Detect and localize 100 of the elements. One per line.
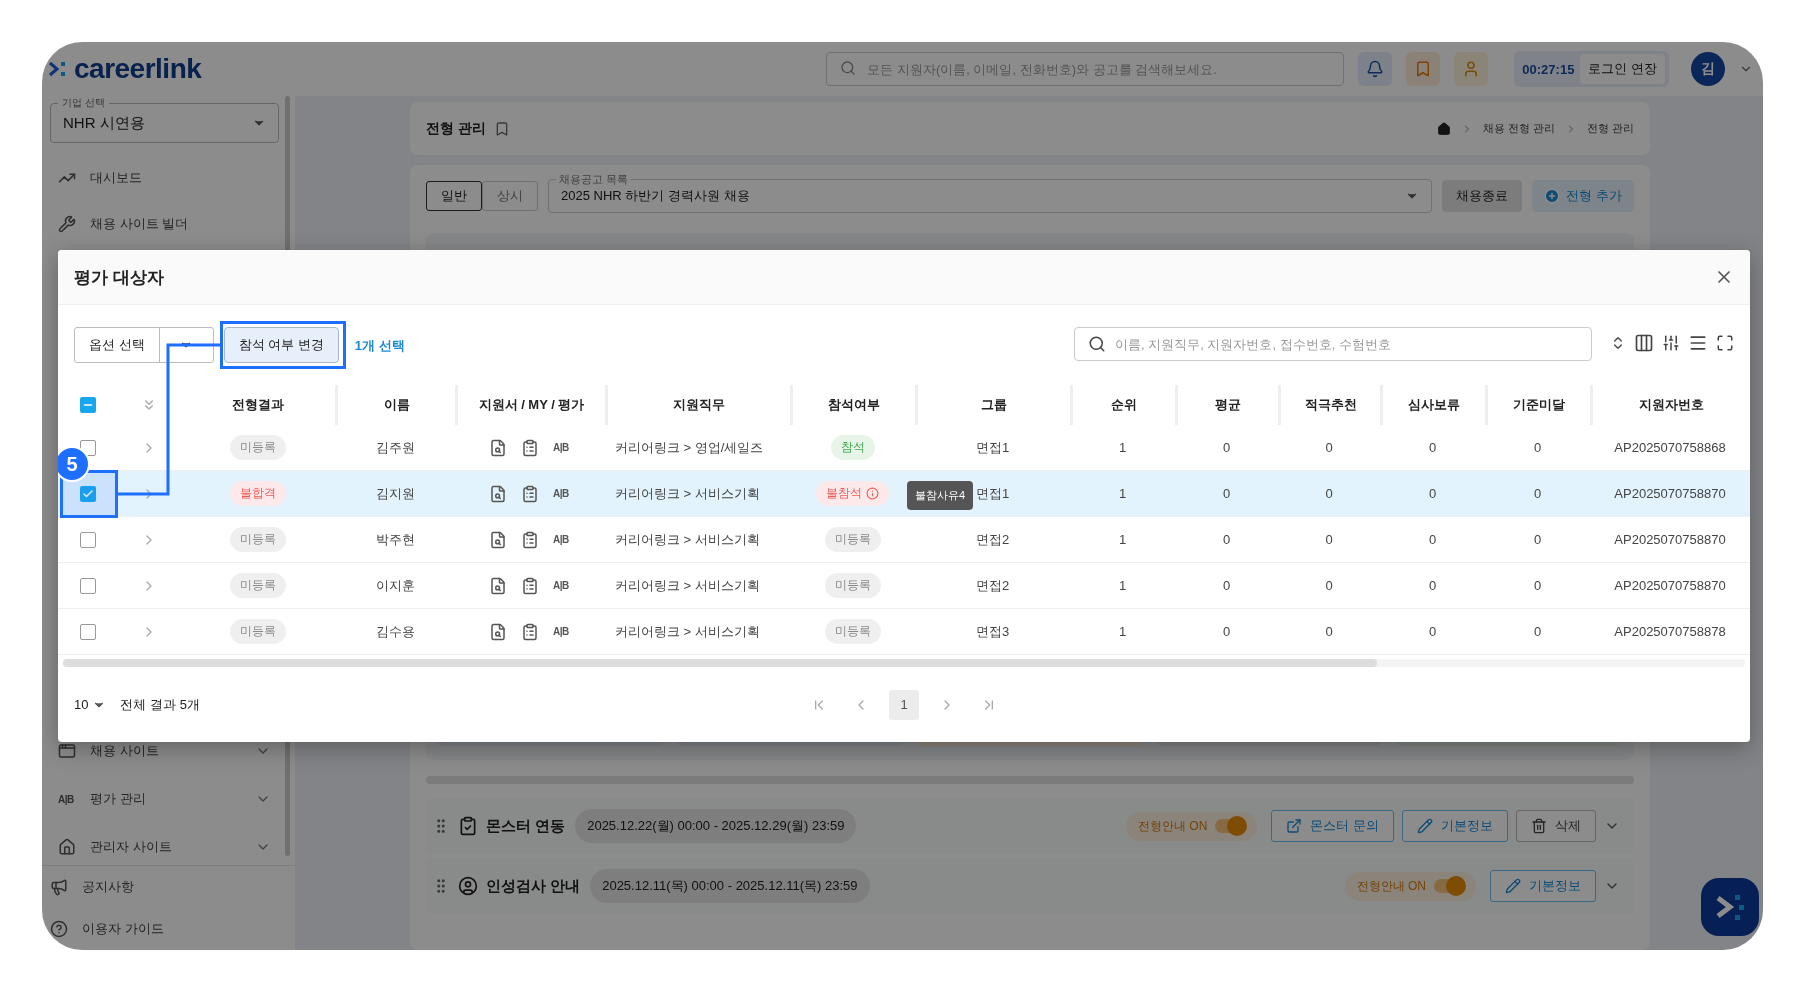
table-cell-text: 0 bbox=[1324, 624, 1334, 639]
table-cell-text: 0 bbox=[1221, 486, 1232, 501]
clipboard-icon[interactable] bbox=[521, 622, 539, 641]
clipboard-icon[interactable] bbox=[521, 530, 539, 549]
user-avatar[interactable]: 김 bbox=[1691, 52, 1725, 86]
clipboard-icon bbox=[458, 816, 478, 836]
action-button[interactable]: 기본정보 bbox=[1402, 810, 1508, 842]
table-cell-text: AP2025070758878 bbox=[1613, 624, 1727, 639]
document-search-icon[interactable] bbox=[489, 484, 507, 503]
select-all-checkbox[interactable] bbox=[80, 397, 96, 413]
page-title: 전형 관리 bbox=[426, 119, 486, 138]
bookmark-button[interactable] bbox=[1406, 52, 1441, 86]
plus-icon bbox=[1544, 188, 1561, 204]
tab[interactable]: 일반 bbox=[426, 181, 482, 211]
status-badge: 미등록 bbox=[229, 435, 286, 460]
table-cell-text: 0 bbox=[1221, 532, 1232, 547]
table-cell-text: 0 bbox=[1532, 578, 1543, 593]
table-cell-text: 김지원 bbox=[374, 484, 416, 503]
stage-title: 몬스터 연동 bbox=[486, 816, 566, 836]
table-cell-text: 김수용 bbox=[374, 622, 416, 641]
check-icon bbox=[82, 487, 94, 500]
scrollbar-thumb[interactable] bbox=[63, 659, 1377, 667]
attendance-badge: 미등록 bbox=[824, 619, 881, 644]
house-icon bbox=[58, 838, 76, 856]
attendance-badge: 참석 bbox=[830, 435, 875, 460]
breadcrumb-link[interactable]: 전형 관리 bbox=[1586, 121, 1634, 136]
table-cell-text: 0 bbox=[1427, 578, 1438, 593]
ab-mark[interactable]: A|B bbox=[553, 442, 571, 453]
notification-button[interactable] bbox=[1358, 52, 1393, 86]
page-button[interactable]: 1 bbox=[889, 689, 919, 720]
sidebar-item[interactable]: 공지사항 bbox=[42, 866, 295, 908]
window-icon bbox=[58, 742, 76, 760]
ab-mark[interactable]: A|B bbox=[553, 534, 571, 545]
status-badge: 미등록 bbox=[229, 573, 286, 598]
table-cell-text: 1 bbox=[1117, 532, 1128, 547]
table-cell-text: 0 bbox=[1221, 578, 1232, 593]
sidebar-item[interactable]: 대시보드 bbox=[50, 155, 279, 201]
attendance-badge: 미등록 bbox=[824, 573, 881, 598]
row-checkbox[interactable] bbox=[80, 623, 96, 640]
close-posting-button[interactable]: 채용종료 bbox=[1442, 180, 1523, 212]
extend-login-button[interactable]: 로그인 연장 bbox=[1580, 54, 1665, 84]
profile-button[interactable] bbox=[1454, 52, 1489, 86]
table-cell-text: 김주원 bbox=[374, 438, 416, 457]
option-select[interactable]: 옵션 선택 bbox=[74, 327, 214, 363]
table-cell-text: 이지훈 bbox=[374, 576, 416, 595]
menu-label: 채용 사이트 bbox=[90, 742, 160, 760]
table-cell-text: 0 bbox=[1532, 486, 1543, 501]
row-checkbox[interactable] bbox=[80, 531, 96, 548]
action-button[interactable]: 삭제 bbox=[1516, 810, 1596, 842]
sidebar-item[interactable]: 채용 사이트 bbox=[50, 727, 279, 775]
menu-label: 평가 관리 bbox=[90, 790, 147, 808]
home-icon bbox=[1436, 121, 1451, 136]
filter-icon[interactable] bbox=[1662, 334, 1680, 352]
action-button[interactable]: 기본정보 bbox=[1490, 870, 1596, 902]
attendance-badge: 불참석 bbox=[816, 481, 889, 506]
pencil-icon bbox=[1417, 818, 1433, 834]
sidebar-item[interactable]: A|B 평가 관리 bbox=[50, 775, 279, 823]
sidebar-item[interactable]: 이용자 가이드 bbox=[42, 908, 295, 950]
search-icon bbox=[1088, 335, 1106, 353]
table-cell: 면접1 bbox=[975, 438, 1010, 457]
fullscreen-icon[interactable] bbox=[1716, 334, 1734, 352]
session-timer: 00:27:15 bbox=[1522, 61, 1575, 77]
breadcrumb-link[interactable]: 채용 전형 관리 bbox=[1482, 121, 1555, 136]
attendance-badge: 미등록 bbox=[824, 527, 881, 552]
page-size-select[interactable]: 10 bbox=[74, 697, 107, 712]
table-cell-text: 0 bbox=[1427, 486, 1438, 501]
status-badge: 미등록 bbox=[229, 619, 286, 644]
table-cell-text: AP2025070758870 bbox=[1613, 532, 1727, 547]
stage-period: 2025.12.11(목) 00:00 - 2025.12.11(목) 23:59 bbox=[590, 869, 870, 903]
density-icon[interactable] bbox=[1688, 333, 1708, 353]
bell-icon bbox=[1366, 60, 1385, 78]
document-search-icon[interactable] bbox=[489, 530, 507, 549]
clipboard-icon[interactable] bbox=[521, 438, 539, 457]
document-search-icon[interactable] bbox=[489, 622, 507, 641]
row-checkbox[interactable] bbox=[80, 577, 96, 594]
change-attendance-button[interactable]: 참석 여부 변경 bbox=[223, 327, 339, 363]
table-cell: 면접2 bbox=[975, 530, 1010, 549]
table-cell-text: 커리어링크 > 서비스기획 bbox=[614, 576, 761, 595]
wrench-icon bbox=[58, 215, 76, 233]
table-cell-text: 0 bbox=[1427, 624, 1438, 639]
ab-mark[interactable]: A|B bbox=[553, 488, 571, 499]
document-search-icon[interactable] bbox=[489, 438, 507, 457]
tab[interactable]: 상시 bbox=[482, 181, 538, 211]
row-checkbox[interactable] bbox=[80, 485, 96, 502]
search-field[interactable]: 이름, 지원직무, 지원자번호, 접수번호, 수험번호 bbox=[1074, 327, 1592, 361]
clipboard-icon[interactable] bbox=[521, 576, 539, 595]
add-stage-button[interactable]: 전형 추가 bbox=[1532, 180, 1634, 212]
table-cell-text: AP2025070758870 bbox=[1613, 486, 1727, 501]
assistant-button[interactable] bbox=[1701, 878, 1759, 936]
ab-mark[interactable]: A|B bbox=[553, 626, 571, 637]
document-search-icon[interactable] bbox=[489, 576, 507, 595]
clipboard-icon[interactable] bbox=[521, 484, 539, 503]
ab-mark[interactable]: A|B bbox=[553, 580, 571, 591]
highlight-frame bbox=[60, 470, 118, 518]
table-cell-text: 0 bbox=[1427, 440, 1438, 455]
columns-icon[interactable] bbox=[1634, 333, 1654, 353]
selection-count-link[interactable]: 1개 선택 bbox=[354, 337, 405, 355]
table-cell-text: AP2025070758870 bbox=[1613, 578, 1727, 593]
action-button[interactable]: 몬스터 문의 bbox=[1271, 810, 1394, 842]
sidebar-item[interactable]: 채용 사이트 빌더 bbox=[50, 201, 279, 247]
